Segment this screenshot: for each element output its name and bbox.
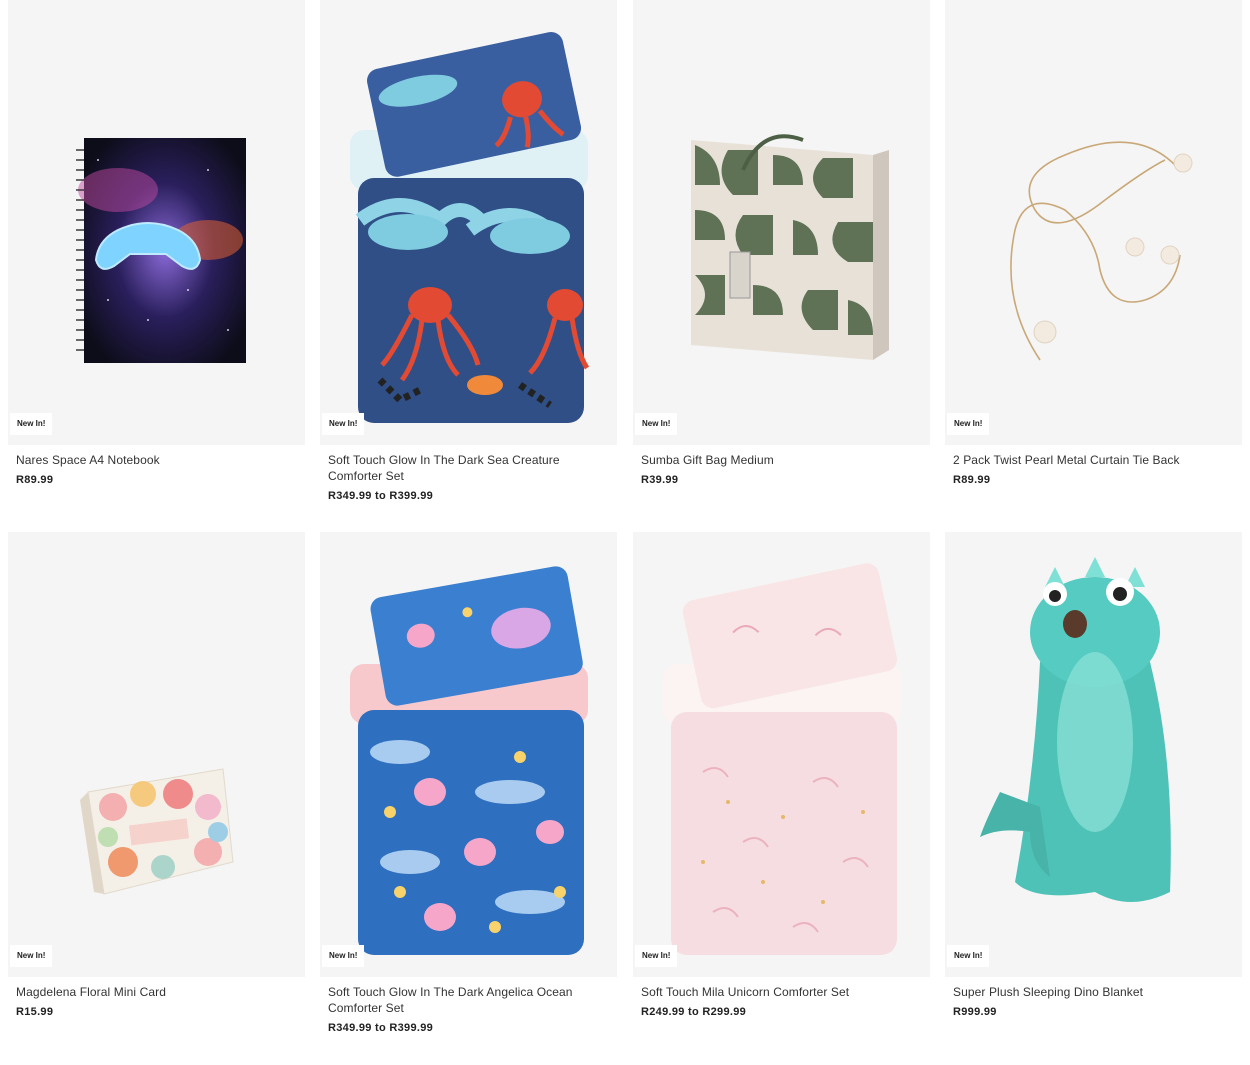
notebook-image [76, 138, 246, 363]
product-name[interactable]: Soft Touch Glow In The Dark Angelica Oce… [328, 984, 608, 1016]
new-in-badge: New In! [635, 413, 678, 435]
product-price: R15.99 [16, 1006, 54, 1018]
comforter-image [350, 566, 588, 955]
product-name[interactable]: Super Plush Sleeping Dino Blanket [953, 984, 1233, 1000]
comforter-image [663, 563, 901, 955]
product-image[interactable]: New In! [633, 0, 930, 445]
product-price: R349.99 to R399.99 [328, 490, 434, 502]
product-price: R249.99 to R299.99 [641, 1006, 747, 1018]
new-in-badge: New In! [10, 945, 53, 967]
product-price: R39.99 [641, 474, 679, 486]
card-image [80, 768, 234, 895]
product-image[interactable]: New In! [945, 532, 1242, 977]
product-image[interactable]: New In! [320, 532, 617, 977]
product-image[interactable]: New In! [945, 0, 1242, 445]
product-price: R89.99 [16, 474, 54, 486]
comforter-image [350, 32, 590, 423]
product-name[interactable]: Sumba Gift Bag Medium [641, 452, 921, 468]
product-image[interactable]: New In! [320, 0, 617, 445]
new-in-badge: New In! [947, 945, 990, 967]
new-in-badge: New In! [635, 945, 678, 967]
product-price: R89.99 [953, 474, 991, 486]
product-image[interactable]: New In! [633, 532, 930, 977]
product-image[interactable]: New In! [8, 532, 305, 977]
product-price: R349.99 to R399.99 [328, 1022, 434, 1034]
product-name[interactable]: Magdelena Floral Mini Card [16, 984, 296, 1000]
product-price: R999.99 [953, 1006, 997, 1018]
product-name[interactable]: Soft Touch Glow In The Dark Sea Creature… [328, 452, 608, 484]
product-name[interactable]: Nares Space A4 Notebook [16, 452, 296, 468]
sleeping-bag-image [980, 557, 1171, 902]
new-in-badge: New In! [10, 413, 53, 435]
new-in-badge: New In! [322, 945, 365, 967]
product-image[interactable]: New In! [8, 0, 305, 445]
gift-bag-image [691, 134, 889, 360]
new-in-badge: New In! [947, 413, 990, 435]
product-name[interactable]: 2 Pack Twist Pearl Metal Curtain Tie Bac… [953, 452, 1233, 468]
curtain-tie-image [1010, 141, 1193, 361]
product-name[interactable]: Soft Touch Mila Unicorn Comforter Set [641, 984, 921, 1000]
new-in-badge: New In! [322, 413, 365, 435]
